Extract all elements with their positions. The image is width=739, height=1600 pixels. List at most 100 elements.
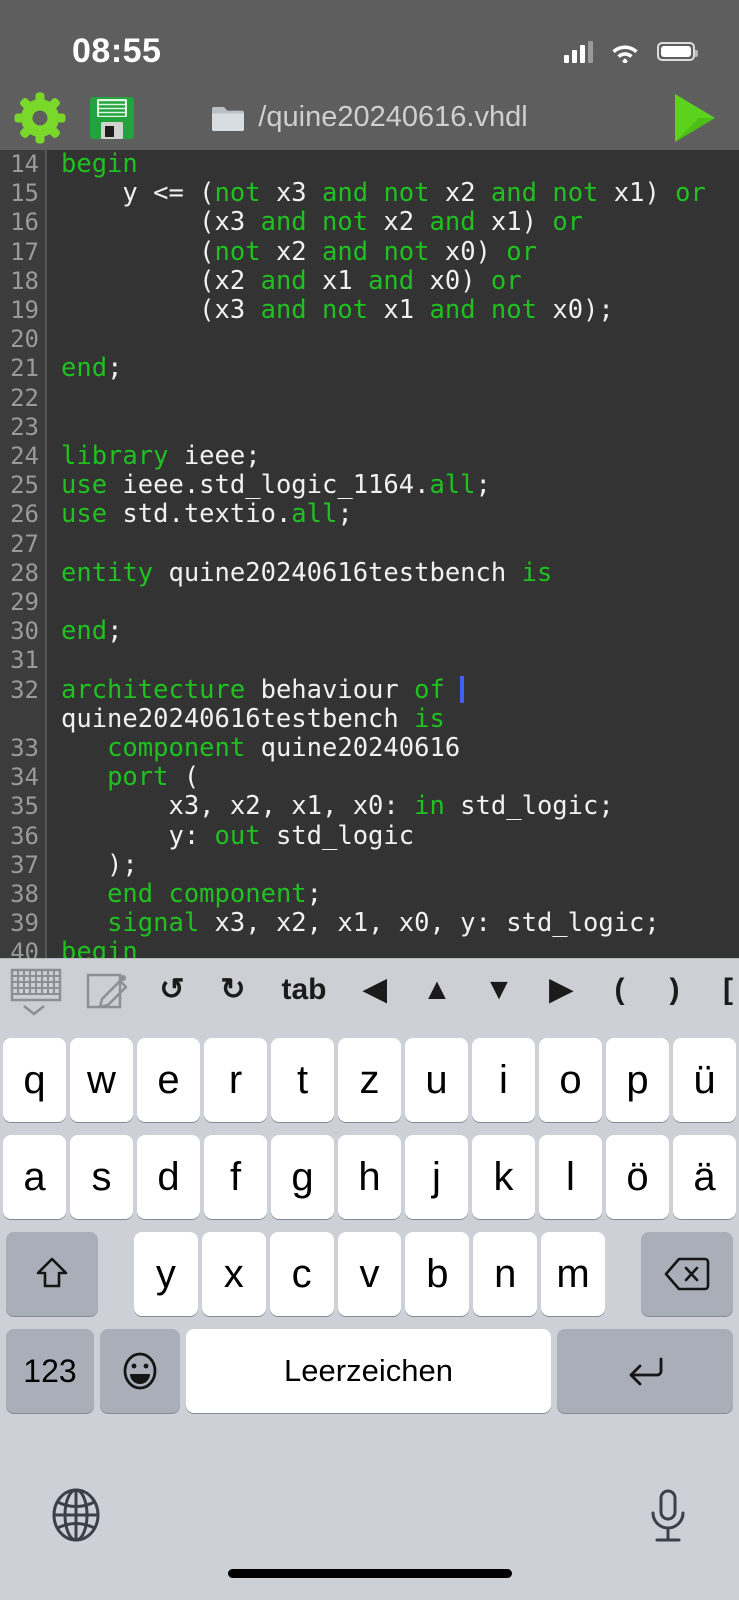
key-u[interactable]: u [405,1038,468,1122]
code-line[interactable]: 32architecture behaviour of quine2024061… [0,676,739,734]
arrow-down-key[interactable]: ▼ [468,959,530,1021]
code-text[interactable] [47,384,61,413]
arrow-left-key[interactable]: ◀ [344,959,406,1021]
undo-button[interactable]: ↺ [142,959,202,1021]
key-c[interactable]: c [270,1232,334,1316]
code-editor[interactable]: 14begin15 y <= (not x3 and not x2 and no… [0,150,739,958]
return-key[interactable] [557,1329,733,1413]
key-k[interactable]: k [472,1135,535,1219]
space-key[interactable]: Leerzeichen [186,1329,551,1413]
code-text[interactable] [47,413,61,442]
code-line[interactable]: 28entity quine20240616testbench is [0,559,739,588]
key-ä[interactable]: ä [673,1135,736,1219]
bracket-open-key[interactable]: [ [702,959,739,1021]
paren-open-key[interactable]: ( [592,959,647,1021]
key-h[interactable]: h [338,1135,401,1219]
key-a[interactable]: a [3,1135,66,1219]
key-r[interactable]: r [204,1038,267,1122]
code-line[interactable]: 23 [0,413,739,442]
key-ü[interactable]: ü [673,1038,736,1122]
key-v[interactable]: v [338,1232,402,1316]
code-line[interactable]: 25use ieee.std_logic_1164.all; [0,471,739,500]
code-text[interactable]: y: out std_logic [47,822,414,851]
code-text[interactable]: port ( [47,763,199,792]
key-z[interactable]: z [338,1038,401,1122]
code-text[interactable] [47,646,61,675]
code-line[interactable]: 22 [0,384,739,413]
code-text[interactable]: (not x2 and not x0) or [47,238,537,267]
code-line[interactable]: 26use std.textio.all; [0,500,739,529]
key-ö[interactable]: ö [606,1135,669,1219]
key-q[interactable]: q [3,1038,66,1122]
code-text[interactable]: (x2 and x1 and x0) or [47,267,522,296]
code-text[interactable]: y <= (not x3 and not x2 and not x1) or [47,179,706,208]
key-t[interactable]: t [271,1038,334,1122]
code-line[interactable]: 37 ); [0,851,739,880]
code-text[interactable]: architecture behaviour of quine20240616t… [47,676,464,734]
code-line[interactable]: 35 x3, x2, x1, x0: in std_logic; [0,792,739,821]
gear-icon[interactable] [14,92,66,144]
editor-key-toolbar[interactable]: ↺↻tab◀▲▼▶()[] [0,958,739,1020]
code-line[interactable]: 36 y: out std_logic [0,822,739,851]
key-s[interactable]: s [70,1135,133,1219]
code-text[interactable]: x3, x2, x1, x0: in std_logic; [47,792,614,821]
code-line[interactable]: 39 signal x3, x2, x1, x0, y: std_logic; [0,909,739,938]
code-text[interactable] [47,530,61,559]
code-line[interactable]: 30end; [0,617,739,646]
code-line[interactable]: 29 [0,588,739,617]
key-y[interactable]: y [134,1232,198,1316]
code-text[interactable]: (x3 and not x2 and x1) or [47,208,583,237]
code-text[interactable]: entity quine20240616testbench is [47,559,552,588]
code-text[interactable]: use std.textio.all; [47,500,353,529]
code-text[interactable] [47,588,61,617]
keyboard-row-2[interactable]: asdfghjklöä [0,1122,739,1219]
key-d[interactable]: d [137,1135,200,1219]
code-text[interactable]: end component; [47,880,322,909]
arrow-right-key[interactable]: ▶ [530,959,592,1021]
numeric-mode-key[interactable]: 123 [6,1329,94,1413]
redo-button[interactable]: ↻ [202,959,264,1021]
code-line[interactable]: 17 (not x2 and not x0) or [0,238,739,267]
code-text[interactable]: end; [47,354,122,383]
code-line[interactable]: 20 [0,325,739,354]
keyboard-row-3[interactable]: yxcvbnm [0,1219,739,1316]
key-g[interactable]: g [271,1135,334,1219]
backspace-key[interactable] [641,1232,733,1316]
floppy-disk-icon[interactable] [88,94,136,142]
key-n[interactable]: n [473,1232,537,1316]
code-line[interactable]: 14begin [0,150,739,179]
arrow-up-key[interactable]: ▲ [406,959,468,1021]
key-i[interactable]: i [472,1038,535,1122]
software-keyboard[interactable]: qwertzuiopü asdfghjklöä yxcvbnm 123 [0,1020,739,1600]
play-icon[interactable] [669,92,719,144]
code-line[interactable]: 31 [0,646,739,675]
code-line[interactable]: 16 (x3 and not x2 and x1) or [0,208,739,237]
paren-close-key[interactable]: ) [647,959,702,1021]
code-text[interactable]: use ieee.std_logic_1164.all; [47,471,491,500]
key-l[interactable]: l [539,1135,602,1219]
code-text[interactable]: component quine20240616 [47,734,460,763]
microphone-icon[interactable] [645,1487,691,1549]
code-text[interactable]: begin [47,938,138,958]
key-j[interactable]: j [405,1135,468,1219]
code-line[interactable]: 40begin [0,938,739,958]
code-text[interactable]: begin [47,150,138,179]
code-line[interactable]: 18 (x2 and x1 and x0) or [0,267,739,296]
key-m[interactable]: m [541,1232,605,1316]
keyboard-row-4[interactable]: 123 Leerzeichen [0,1316,739,1413]
code-line[interactable]: 19 (x3 and not x1 and not x0); [0,296,739,325]
code-line[interactable]: 27 [0,530,739,559]
key-p[interactable]: p [606,1038,669,1122]
key-w[interactable]: w [70,1038,133,1122]
smiley-icon[interactable] [100,1329,180,1413]
hide-keyboard-icon[interactable] [0,959,72,1021]
code-text[interactable]: end; [47,617,122,646]
key-x[interactable]: x [202,1232,266,1316]
code-text[interactable]: library ieee; [47,442,261,471]
code-line[interactable]: 33 component quine20240616 [0,734,739,763]
key-b[interactable]: b [405,1232,469,1316]
key-e[interactable]: e [137,1038,200,1122]
tab-key[interactable]: tab [264,959,344,1021]
code-text[interactable] [47,325,61,354]
code-line[interactable]: 38 end component; [0,880,739,909]
